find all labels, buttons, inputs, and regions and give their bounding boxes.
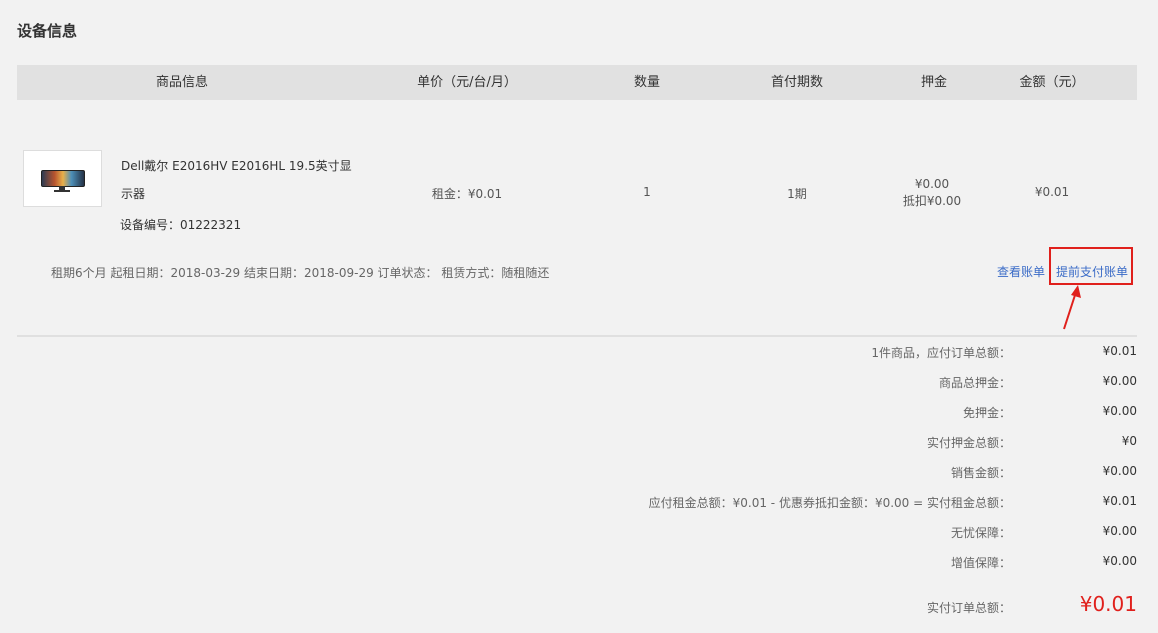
product-name[interactable]: Dell戴尔 E2016HV E2016HL 19.5英寸显示器	[121, 152, 356, 208]
summary-value: ¥0.00	[1102, 554, 1137, 568]
summary-label: 实付押金总额：	[926, 436, 1011, 450]
product-rent: 租金：¥0.01	[431, 187, 503, 201]
summary-label: 无忧保障：	[950, 526, 1011, 540]
lease-info: 租期6个月 起租日期：2018-03-29 结束日期：2018-09-29 订单…	[51, 266, 550, 280]
section-divider	[17, 335, 1137, 337]
header-deposit: 押金	[920, 75, 947, 90]
highlight-box	[1049, 247, 1133, 285]
summary-value: ¥0.01	[1102, 494, 1137, 508]
monitor-screen-icon	[41, 170, 85, 187]
view-bill-link[interactable]: 查看账单	[997, 263, 1045, 280]
summary-label: 增值保障：	[950, 556, 1011, 570]
red-arrow-icon	[1063, 285, 1081, 330]
product-deposit: ¥0.00 抵扣¥0.00	[877, 176, 987, 210]
summary-label: 应付租金总额：¥0.01 - 优惠券抵扣金额：¥0.00 = 实付租金总额：	[648, 496, 1011, 510]
total-label: 实付订单总额：	[926, 601, 1011, 615]
product-quantity: 1	[643, 185, 651, 199]
product-first-periods: 1期	[787, 187, 807, 201]
header-amount: 金额（元）	[1019, 75, 1085, 90]
section-title: 设备信息	[17, 22, 78, 40]
header-quantity: 数量	[633, 75, 660, 90]
summary-label: 商品总押金：	[938, 376, 1011, 390]
summary-label: 免押金：	[962, 406, 1011, 420]
summary-value: ¥0.00	[1102, 374, 1137, 388]
deposit-value: ¥0.00	[914, 177, 950, 191]
deposit-deduct: 抵扣¥0.00	[902, 194, 962, 208]
order-detail-page: 设备信息 商品信息 单价（元/台/月） 数量 首付期数 押金 金额（元） Del…	[0, 0, 1158, 633]
product-amount: ¥0.01	[1034, 185, 1070, 199]
device-number: 设备编号：01222321	[120, 218, 242, 232]
summary-value: ¥0.01	[1102, 344, 1137, 358]
total-value: ¥0.01	[1079, 592, 1137, 616]
header-unit-price: 单价（元/台/月）	[417, 75, 517, 90]
summary-label: 1件商品，应付订单总额：	[871, 346, 1011, 360]
monitor-base-icon	[54, 190, 70, 192]
product-table-header: 商品信息 单价（元/台/月） 数量 首付期数 押金 金额（元）	[17, 65, 1137, 100]
header-first-periods: 首付期数	[770, 75, 823, 90]
summary-value: ¥0.00	[1102, 464, 1137, 478]
summary-value: ¥0.00	[1102, 524, 1137, 538]
summary-value: ¥0	[1121, 434, 1137, 448]
product-image[interactable]	[23, 150, 102, 207]
summary-value: ¥0.00	[1102, 404, 1137, 418]
header-product-info: 商品信息	[155, 75, 208, 90]
summary-label: 销售金额：	[950, 466, 1011, 480]
